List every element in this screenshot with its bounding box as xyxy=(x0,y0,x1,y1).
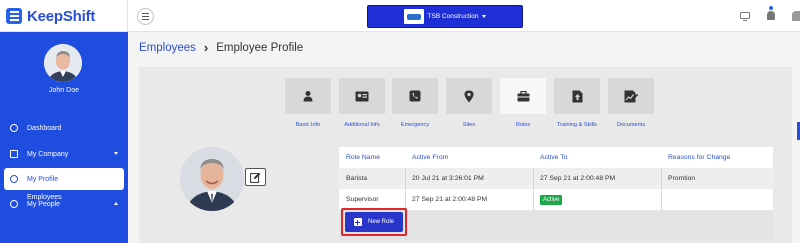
table-row: Barista 20 Jul 21 at 3:26:01 PM 27 Sep 2… xyxy=(339,168,773,189)
tab-training-skills[interactable] xyxy=(554,78,600,114)
sidebar-item-label: My Profile xyxy=(27,175,59,183)
sidebar-item-dashboard[interactable]: Dashboard xyxy=(0,117,128,139)
user-icon xyxy=(10,175,18,183)
tab-label-additional-info[interactable]: Additional Info xyxy=(332,122,392,128)
sidebar-item-my-profile[interactable]: My Profile xyxy=(4,168,124,190)
top-bar: KeepShift TSB Construction xyxy=(0,0,800,32)
company-logo-icon xyxy=(403,9,424,24)
document-chart-icon xyxy=(624,90,638,102)
tab-additional-info[interactable] xyxy=(339,78,385,114)
column-header-reasons: Reasons for Change xyxy=(668,154,731,161)
breadcrumb-employees-link[interactable]: Employees xyxy=(139,42,196,54)
plus-icon xyxy=(353,218,362,226)
company-selector[interactable]: TSB Construction xyxy=(367,5,523,28)
tab-emergency[interactable] xyxy=(392,78,438,114)
new-role-button[interactable]: New Role xyxy=(345,212,403,232)
phone-icon xyxy=(409,90,421,102)
chevron-down-icon xyxy=(114,152,118,155)
reason-cell: Promtion xyxy=(668,175,696,182)
tab-documents[interactable] xyxy=(608,78,654,114)
sidebar-subitem-employees[interactable]: Employees xyxy=(27,194,62,201)
column-header-active-from: Active From xyxy=(412,154,449,161)
tab-sites[interactable] xyxy=(446,78,492,114)
column-header-active-to: Active To xyxy=(540,154,568,161)
new-role-label: New Role xyxy=(367,219,394,225)
active-to-cell: 27 Sep 21 at 2:00:48 PM xyxy=(540,175,616,182)
chevron-up-icon xyxy=(114,202,118,205)
tab-label-training-skills[interactable]: Training & Skills xyxy=(547,122,607,128)
sidebar-item-my-people[interactable]: My People xyxy=(0,193,128,215)
id-card-icon xyxy=(355,91,369,101)
table-header-row: Role Name Active From Active To Reasons … xyxy=(339,147,773,168)
sidebar-item-my-company[interactable]: My Company xyxy=(0,143,128,165)
column-header-role-name: Role Name xyxy=(346,154,380,161)
tab-label-documents[interactable]: Documents xyxy=(601,122,661,128)
sidebar-item-label: Dashboard xyxy=(27,124,62,132)
brand-name: KeepShift xyxy=(27,7,96,25)
tab-label-sites[interactable]: Sites xyxy=(439,122,499,128)
chevron-right-icon: › xyxy=(203,40,209,55)
edit-icon xyxy=(250,172,261,183)
hamburger-menu-icon[interactable] xyxy=(137,8,154,25)
dashboard-icon xyxy=(10,124,18,132)
active-to-cell: Active xyxy=(533,189,661,210)
table-row: Supervisor 27 Sep 21 at 2:00:48 PM Activ… xyxy=(339,189,773,210)
notification-dot xyxy=(769,6,773,10)
active-from-cell: 27 Sep 21 at 2:00:48 PM xyxy=(412,196,488,203)
page-title: Employee Profile xyxy=(216,41,304,54)
sidebar-item-label: My People xyxy=(27,200,61,208)
sidebar-item-label: My Company xyxy=(27,150,69,158)
role-name-cell: Barista xyxy=(346,175,368,182)
keepshift-logo-icon xyxy=(6,8,22,24)
bell-icon[interactable] xyxy=(767,11,775,20)
avatar xyxy=(44,44,82,82)
user-menu-icon[interactable] xyxy=(792,11,800,21)
briefcase-icon xyxy=(517,90,529,101)
upload-file-icon xyxy=(572,90,582,102)
breadcrumb: Employees › Employee Profile xyxy=(139,40,303,55)
sidebar: John Doe Dashboard My Company My Profile… xyxy=(0,32,128,243)
tab-label-basic-info[interactable]: Basic Info xyxy=(278,122,338,128)
tab-basic-info[interactable] xyxy=(285,78,331,114)
map-pin-icon xyxy=(464,90,474,102)
tab-label-roles[interactable]: Roles xyxy=(493,122,553,128)
profile-photo xyxy=(180,147,244,211)
active-from-cell: 20 Jul 21 at 3:26:01 PM xyxy=(412,175,484,182)
person-icon xyxy=(303,91,313,102)
building-icon xyxy=(10,150,18,158)
monitor-icon[interactable] xyxy=(740,12,750,21)
brand[interactable]: KeepShift xyxy=(0,0,128,32)
reason-cell xyxy=(661,189,773,210)
tab-label-emergency[interactable]: Emergency xyxy=(385,122,445,128)
tab-roles[interactable] xyxy=(500,78,546,114)
status-badge: Active xyxy=(540,194,563,205)
company-name: TSB Construction xyxy=(427,13,479,20)
chevron-down-icon xyxy=(482,15,487,18)
role-name-cell: Supervisor xyxy=(346,196,379,203)
edit-photo-button[interactable] xyxy=(245,168,266,186)
sidebar-user-name: John Doe xyxy=(49,87,79,94)
people-icon xyxy=(10,200,18,208)
